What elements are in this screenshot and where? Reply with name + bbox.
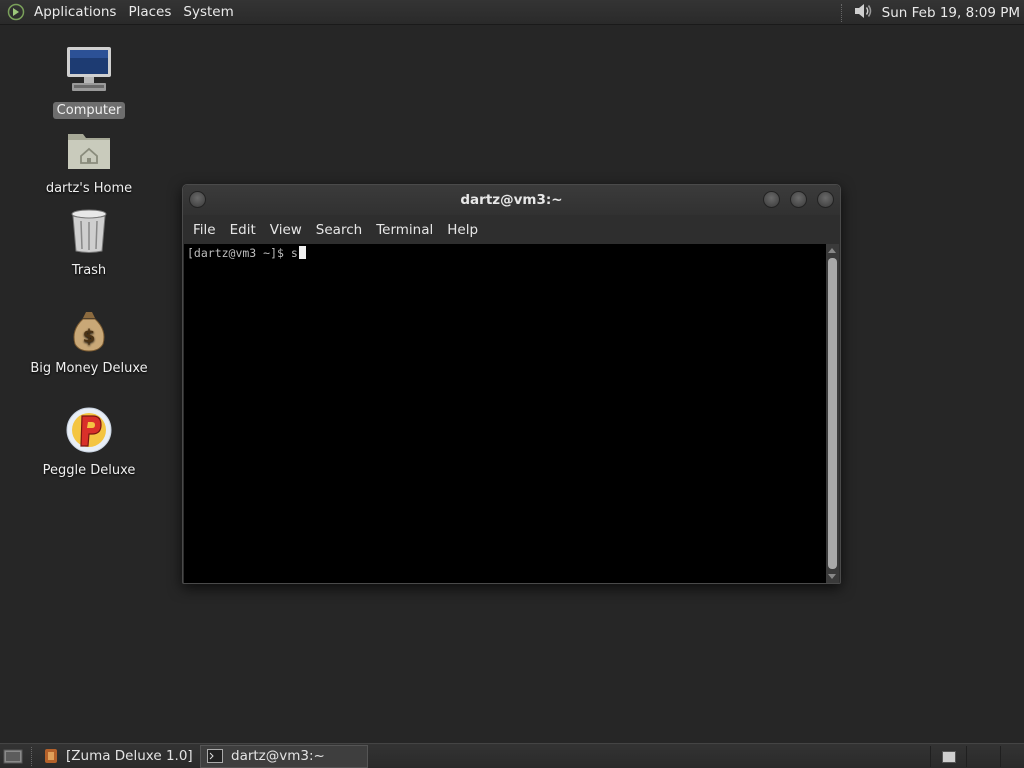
terminal-prompt: [dartz@vm3 ~]$ s [187, 246, 298, 260]
desktop-icon-label: Big Money Deluxe [30, 361, 148, 376]
window-title: dartz@vm3:~ [460, 192, 563, 208]
maximize-button[interactable] [790, 191, 807, 208]
text-cursor [298, 246, 306, 259]
menu-terminal[interactable]: Terminal [370, 222, 439, 238]
desktop-icon-peggle[interactable]: Peggle Deluxe [29, 406, 149, 479]
menu-search[interactable]: Search [310, 222, 368, 238]
menu-view[interactable]: View [264, 222, 308, 238]
workspace-1[interactable] [930, 746, 966, 767]
menu-file[interactable]: File [187, 222, 222, 238]
scrollbar-thumb[interactable] [828, 258, 837, 569]
taskbar-item-terminal[interactable]: dartz@vm3:~ [200, 744, 368, 768]
terminal-output[interactable]: [dartz@vm3 ~]$ s [184, 244, 827, 583]
desktop-icon-computer[interactable]: Computer [29, 44, 149, 119]
peggle-icon [65, 406, 113, 458]
desktop-icon-trash[interactable]: Trash [29, 208, 149, 279]
desktop-icon-label: Trash [71, 263, 107, 278]
taskbar-item-zuma[interactable]: [Zuma Deluxe 1.0] [38, 745, 198, 768]
desktop-icon-label: Peggle Deluxe [42, 463, 136, 478]
workspace-icon [941, 750, 956, 763]
workspace-2[interactable] [966, 746, 1002, 767]
close-button[interactable] [817, 191, 834, 208]
desktop-icon-big-money[interactable]: $ Big Money Deluxe [29, 310, 149, 377]
minimize-button[interactable] [763, 191, 780, 208]
money-bag-icon: $ [69, 310, 109, 356]
volume-icon[interactable] [852, 1, 874, 25]
home-folder-icon [65, 128, 113, 176]
panel-separator [31, 746, 32, 766]
zuma-icon [44, 748, 58, 764]
panel-grip [840, 3, 844, 22]
gnome-foot-icon[interactable] [4, 0, 28, 25]
menu-edit[interactable]: Edit [224, 222, 262, 238]
terminal-icon [207, 749, 223, 763]
window-titlebar[interactable]: dartz@vm3:~ [183, 185, 840, 215]
menu-system[interactable]: System [177, 4, 239, 20]
bottom-panel: [Zuma Deluxe 1.0] dartz@vm3:~ [0, 743, 1024, 768]
window-menu-button[interactable] [189, 191, 206, 208]
menu-places[interactable]: Places [122, 4, 177, 20]
svg-text:$: $ [83, 326, 96, 347]
desktop-icon-label: dartz's Home [45, 181, 133, 196]
show-desktop-icon[interactable] [3, 747, 23, 765]
terminal-menubar: File Edit View Search Terminal Help [183, 215, 840, 244]
scroll-up-icon[interactable] [828, 248, 836, 253]
taskbar-item-label: [Zuma Deluxe 1.0] [66, 748, 193, 764]
menu-applications[interactable]: Applications [28, 4, 122, 20]
computer-icon [64, 44, 114, 98]
terminal-scrollbar[interactable] [826, 244, 839, 583]
desktop-icon-label: Computer [52, 102, 126, 119]
scroll-down-icon[interactable] [828, 574, 836, 579]
workspace-3[interactable] [1000, 746, 1024, 767]
desktop-icon-home[interactable]: dartz's Home [29, 128, 149, 197]
terminal-window[interactable]: dartz@vm3:~ File Edit View Search Termin… [182, 184, 841, 584]
clock[interactable]: Sun Feb 19, 8:09 PM [874, 5, 1024, 21]
taskbar-item-label: dartz@vm3:~ [231, 748, 325, 764]
menu-help[interactable]: Help [441, 222, 484, 238]
top-panel: Applications Places System Sun Feb 19, 8… [0, 0, 1024, 25]
trash-icon [67, 208, 111, 258]
